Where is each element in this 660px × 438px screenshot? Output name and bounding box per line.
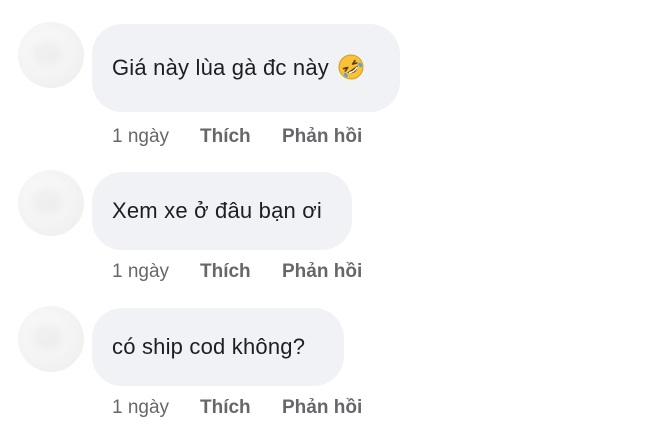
comment-bubble: Giá này lùa gà đc này: [92, 24, 400, 112]
reply-button[interactable]: Phản hồi: [282, 261, 362, 283]
comment-timestamp[interactable]: 1 ngày: [112, 261, 169, 283]
comment-bubble: có ship cod không?: [92, 308, 344, 386]
avatar[interactable]: [18, 306, 84, 372]
comment-text: Xem xe ở đâu bạn ơi: [112, 198, 322, 223]
avatar[interactable]: [18, 22, 84, 88]
like-button[interactable]: Thích: [200, 126, 251, 148]
rolling-on-floor-laughing-emoji-icon: [338, 54, 364, 80]
reply-button[interactable]: Phản hồi: [282, 397, 362, 419]
comment-timestamp[interactable]: 1 ngày: [112, 126, 169, 148]
avatar[interactable]: [18, 170, 84, 236]
comment-text: có ship cod không?: [112, 334, 306, 359]
comment-timestamp[interactable]: 1 ngày: [112, 397, 169, 419]
comment-text: Giá này lùa gà đc này: [112, 55, 330, 80]
comment-bubble: Xem xe ở đâu bạn ơi: [92, 172, 352, 250]
like-button[interactable]: Thích: [200, 397, 251, 419]
reply-button[interactable]: Phản hồi: [282, 126, 362, 148]
like-button[interactable]: Thích: [200, 261, 251, 283]
